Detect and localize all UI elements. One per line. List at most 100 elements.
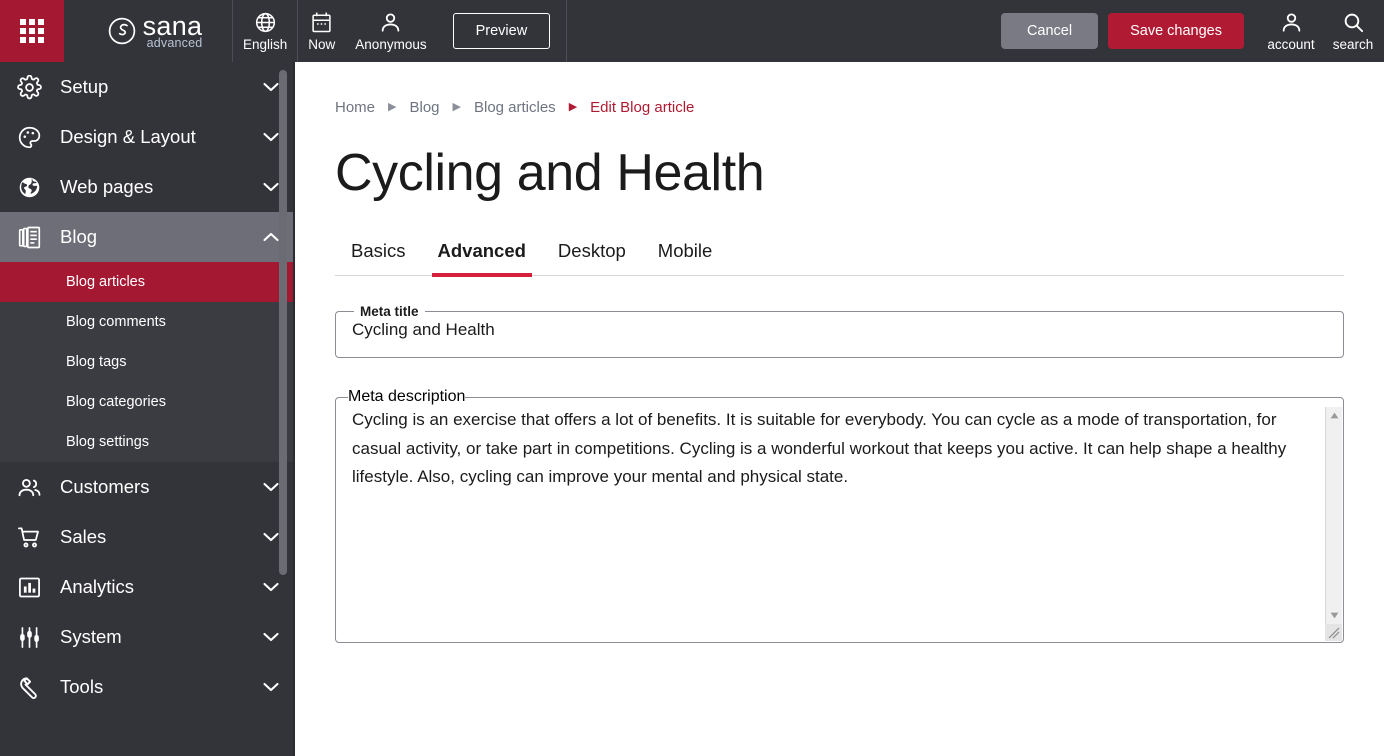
sidebar-subitem-label: Blog tags	[66, 354, 126, 370]
sidebar-item-label: System	[60, 626, 263, 648]
brand-name: sana	[143, 13, 203, 39]
calendar-icon	[311, 10, 332, 34]
cancel-button[interactable]: Cancel	[1001, 13, 1098, 49]
breadcrumb-item-blog[interactable]: Blog	[409, 99, 439, 116]
sidebar-item-setup[interactable]: Setup	[0, 62, 295, 112]
breadcrumb: Home ▶ Blog ▶ Blog articles ▶ Edit Blog …	[335, 96, 1344, 118]
apps-menu-button[interactable]	[0, 0, 64, 62]
date-label: Now	[308, 37, 335, 53]
sliders-icon	[14, 625, 44, 650]
sidebar-item-blog-articles[interactable]: Blog articles	[0, 262, 295, 302]
gear-icon	[14, 75, 44, 100]
sidebar-subitem-label: Blog settings	[66, 434, 149, 450]
language-label: English	[243, 37, 287, 53]
preview-button[interactable]: Preview	[453, 13, 551, 49]
sidebar-item-label: Sales	[60, 526, 263, 548]
sidebar-item-analytics[interactable]: Analytics	[0, 562, 295, 612]
meta-description-label: Meta description	[348, 388, 465, 406]
tab-desktop[interactable]: Desktop	[542, 240, 642, 275]
chevron-down-icon	[263, 532, 279, 542]
sidebar-item-label: Tools	[60, 676, 263, 698]
header-spacer	[567, 0, 1001, 62]
sidebar-item-blog-categories[interactable]: Blog categories	[0, 382, 295, 422]
scroll-up-arrow-icon[interactable]	[1326, 407, 1343, 424]
chevron-down-icon	[263, 132, 279, 142]
page-title: Cycling and Health	[335, 142, 1344, 204]
language-selector[interactable]: English	[233, 0, 297, 62]
sidebar-item-label: Analytics	[60, 576, 263, 598]
top-header: sana advanced English	[0, 0, 1384, 62]
header-actions: Cancel Save changes account search	[1001, 0, 1384, 62]
breadcrumb-separator-icon: ▶	[453, 102, 461, 113]
globe-icon	[14, 175, 44, 200]
breadcrumb-separator-icon: ▶	[569, 102, 577, 113]
meta-title-input[interactable]	[348, 319, 1331, 357]
sidebar-item-system[interactable]: System	[0, 612, 295, 662]
blog-pages-icon	[14, 225, 44, 250]
person-icon	[1280, 10, 1303, 36]
wrench-icon	[14, 675, 44, 700]
sidebar-subitem-label: Blog comments	[66, 314, 166, 330]
sidebar-scrollbar-track[interactable]	[279, 62, 287, 756]
palette-icon	[14, 125, 44, 150]
breadcrumb-item-current: Edit Blog article	[590, 99, 694, 116]
apps-grid-icon	[20, 19, 44, 43]
sana-logo-icon	[108, 17, 136, 45]
sidebar-item-design-layout[interactable]: Design & Layout	[0, 112, 295, 162]
account-button[interactable]: account	[1260, 0, 1322, 62]
textarea-scrollbar[interactable]	[1325, 407, 1342, 641]
person-icon	[379, 10, 402, 34]
breadcrumb-item-home[interactable]: Home	[335, 99, 375, 116]
chevron-down-icon	[263, 82, 279, 92]
sidebar-item-label: Design & Layout	[60, 126, 263, 148]
globe-icon	[254, 10, 277, 34]
sidebar-item-web-pages[interactable]: Web pages	[0, 162, 295, 212]
sidebar-item-label: Blog	[60, 226, 263, 248]
search-icon	[1342, 10, 1365, 36]
sidebar-subitem-label: Blog articles	[66, 274, 145, 290]
meta-title-label: Meta title	[354, 304, 425, 319]
tab-bar: Basics Advanced Desktop Mobile	[335, 240, 1344, 276]
sidebar-submenu-blog: Blog articles Blog comments Blog tags Bl…	[0, 262, 295, 462]
tab-advanced[interactable]: Advanced	[422, 240, 542, 275]
sidebar-item-label: Customers	[60, 476, 263, 498]
search-label: search	[1333, 37, 1374, 53]
search-button[interactable]: search	[1322, 0, 1384, 62]
meta-description-field: Meta description Cycling is an exercise …	[335, 388, 1344, 643]
sidebar-item-label: Setup	[60, 76, 263, 98]
main-content: Home ▶ Blog ▶ Blog articles ▶ Edit Blog …	[295, 62, 1384, 756]
sidebar-item-label: Web pages	[60, 176, 263, 198]
chevron-down-icon	[263, 182, 279, 192]
meta-title-field: Meta title	[335, 304, 1344, 358]
brand-subtitle: advanced	[143, 37, 203, 50]
sidebar-item-blog-tags[interactable]: Blog tags	[0, 342, 295, 382]
save-changes-button[interactable]: Save changes	[1108, 13, 1244, 49]
customer-selector[interactable]: Anonymous	[345, 0, 436, 62]
cart-icon	[14, 525, 44, 550]
chevron-down-icon	[263, 582, 279, 592]
date-selector[interactable]: Now	[298, 0, 345, 62]
sidebar-item-blog-settings[interactable]: Blog settings	[0, 422, 295, 462]
tab-mobile[interactable]: Mobile	[642, 240, 729, 275]
sidebar-scrollbar-thumb[interactable]	[279, 70, 287, 575]
scroll-down-arrow-icon[interactable]	[1326, 607, 1343, 624]
customer-label: Anonymous	[355, 37, 426, 53]
meta-description-textarea[interactable]: Cycling is an exercise that offers a lot…	[348, 406, 1343, 642]
sidebar-subitem-label: Blog categories	[66, 394, 166, 410]
chevron-down-icon	[263, 632, 279, 642]
sidebar-item-blog-comments[interactable]: Blog comments	[0, 302, 295, 342]
textarea-resize-handle[interactable]	[1325, 624, 1342, 641]
sidebar-nav: Setup Design & Layout Web pages	[0, 62, 295, 756]
sidebar-item-sales[interactable]: Sales	[0, 512, 295, 562]
chevron-down-icon	[263, 682, 279, 692]
breadcrumb-item-blog-articles[interactable]: Blog articles	[474, 99, 556, 116]
people-icon	[14, 475, 44, 500]
tab-basics[interactable]: Basics	[335, 240, 422, 275]
sidebar-item-blog[interactable]: Blog	[0, 212, 295, 262]
chevron-up-icon	[263, 232, 279, 242]
brand-logo[interactable]: sana advanced	[64, 0, 232, 62]
breadcrumb-separator-icon: ▶	[388, 102, 396, 113]
sidebar-item-customers[interactable]: Customers	[0, 462, 295, 512]
sidebar-item-tools[interactable]: Tools	[0, 662, 295, 712]
account-label: account	[1267, 37, 1314, 53]
